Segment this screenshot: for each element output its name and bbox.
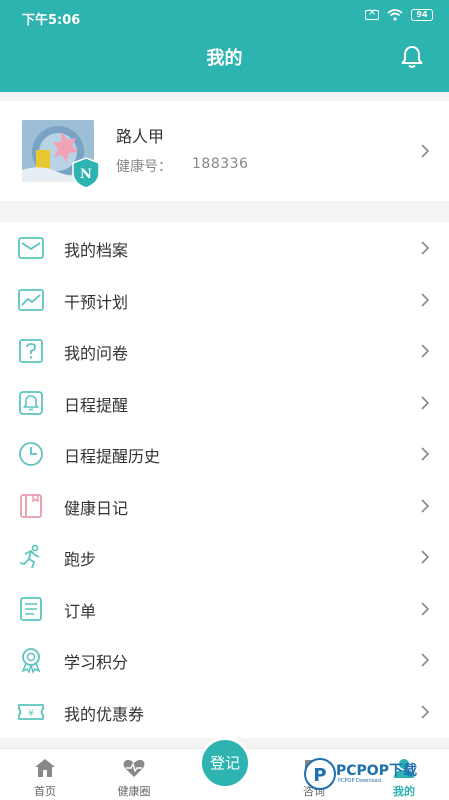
tab-label: 首页 [34, 785, 56, 798]
menu-item-questionnaire[interactable]: 我的问卷 [0, 325, 449, 377]
header-bar: 下午5:06 94 我的 [0, 0, 449, 92]
chart-line-icon [18, 288, 44, 311]
menu-item-label: 订单 [64, 601, 97, 621]
menu-item-label: 我的优惠券 [64, 704, 145, 724]
menu-item-label: 日程提醒历史 [64, 447, 161, 466]
tab-label: 健康圈 [117, 785, 151, 798]
menu-item-running[interactable]: 跑步 [0, 531, 449, 583]
menu-item-label: 我的档案 [64, 241, 129, 260]
menu-item-learning-points[interactable]: 学习积分 [0, 634, 449, 686]
status-time: 下午5:06 [22, 13, 81, 28]
status-icons: 94 [365, 7, 433, 21]
chevron-right-icon [421, 447, 430, 461]
home-icon [35, 759, 55, 777]
menu-item-label: 健康日记 [64, 498, 129, 518]
menu-item-label: 日程提醒 [64, 395, 129, 415]
tab-home[interactable]: 首页 [0, 749, 90, 800]
menu-item-label: 干预计划 [64, 292, 129, 312]
chevron-right-icon [421, 498, 430, 513]
svg-text:¥: ¥ [28, 709, 34, 719]
order-icon [20, 596, 42, 621]
chevron-right-icon [421, 241, 430, 255]
menu-list: 我的档案 干预计划 我的问卷 日程提醒 日程提醒历史 健康日记 跑步 订单 学习… [0, 222, 449, 738]
menu-item-archive[interactable]: 我的档案 [0, 222, 449, 274]
chevron-right-icon [421, 653, 430, 667]
battery-icon: 94 [411, 9, 433, 21]
runner-icon [19, 544, 40, 569]
profile-card[interactable]: N 路人甲 健康号： 188336 [0, 101, 449, 201]
vip-shield-icon: N [72, 157, 100, 189]
menu-item-health-diary[interactable]: 健康日记 [0, 480, 449, 532]
register-button[interactable]: 登记 [199, 737, 251, 789]
health-id-value: 188336 [192, 156, 249, 172]
menu-item-label: 学习积分 [64, 653, 129, 672]
menu-item-reminder-history[interactable]: 日程提醒历史 [0, 428, 449, 480]
sim-icon [365, 7, 379, 20]
chevron-right-icon [421, 550, 430, 564]
wifi-icon [387, 9, 403, 21]
notification-bell-icon[interactable] [399, 44, 425, 70]
watermark-text: PCPOP下载 [336, 763, 417, 779]
clock-icon [19, 442, 43, 466]
bell-icon [19, 390, 43, 415]
chevron-right-icon [421, 292, 430, 307]
diary-icon [20, 493, 42, 518]
svg-text:N: N [80, 167, 92, 182]
menu-item-label: 跑步 [64, 550, 97, 569]
chevron-right-icon [421, 344, 430, 358]
page-title: 我的 [206, 48, 243, 69]
chevron-right-icon [421, 601, 430, 616]
menu-item-intervention-plan[interactable]: 干预计划 [0, 274, 449, 326]
heart-icon [123, 759, 145, 777]
menu-item-schedule-reminder[interactable]: 日程提醒 [0, 377, 449, 429]
menu-item-label: 我的问卷 [64, 344, 129, 363]
status-bar: 下午5:06 94 [0, 0, 449, 32]
menu-item-coupons[interactable]: ¥ 我的优惠券 [0, 686, 449, 738]
chevron-right-icon [421, 395, 430, 410]
health-id-label: 健康号： [116, 159, 172, 175]
medal-icon [21, 648, 41, 674]
svg-text:P: P [313, 765, 326, 786]
chevron-right-icon [421, 704, 430, 719]
chevron-right-icon [421, 144, 430, 158]
profile-name: 路人甲 [116, 127, 165, 146]
watermark-subtext: PCPOP Download [338, 778, 381, 784]
question-icon [19, 339, 43, 363]
mail-icon [18, 237, 44, 259]
menu-item-orders[interactable]: 订单 [0, 583, 449, 635]
coupon-icon: ¥ [18, 703, 44, 720]
tab-health-circle[interactable]: 健康圈 [89, 749, 179, 800]
